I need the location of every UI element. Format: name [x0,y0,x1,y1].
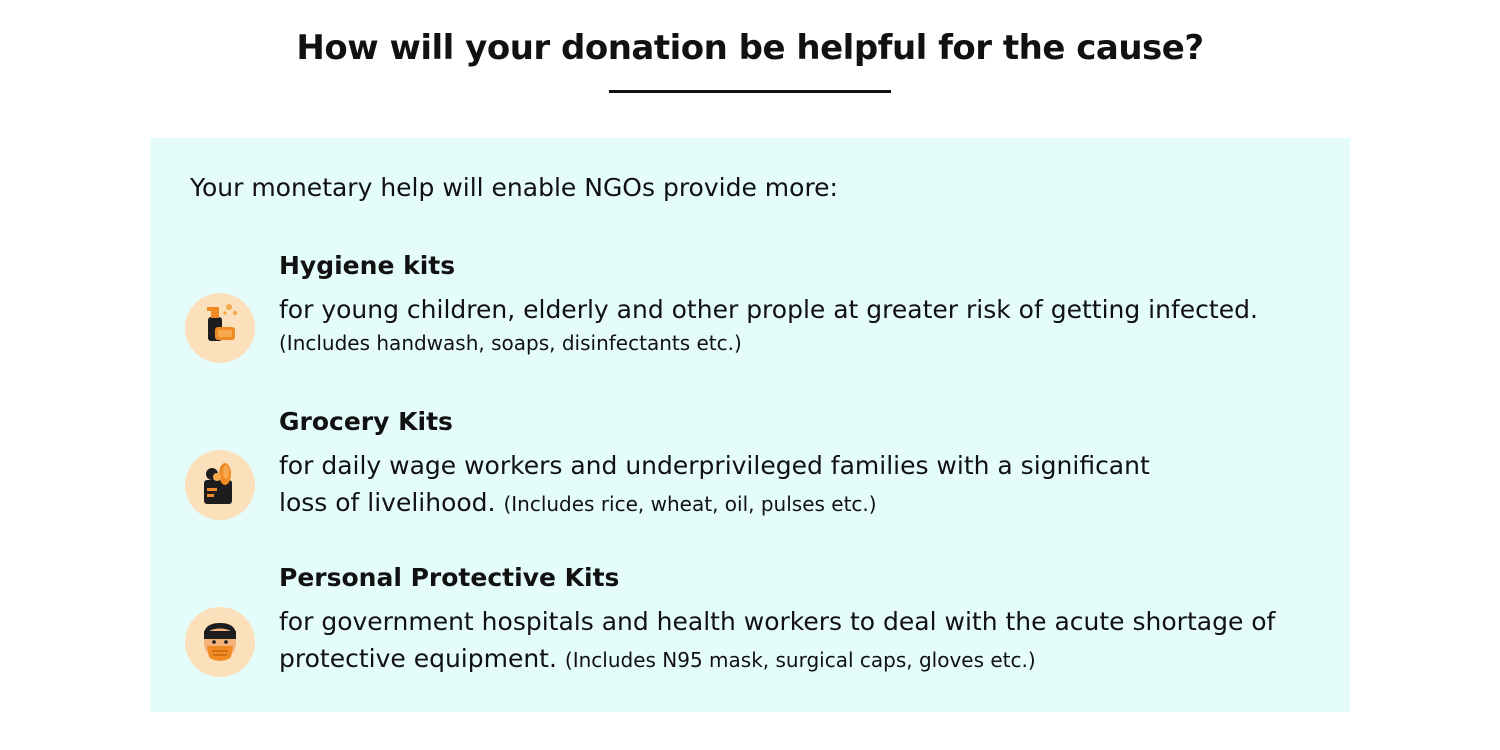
kit-details: (Includes N95 mask, surgical caps, glove… [564,648,1036,672]
kit-description-line: for government hospitals and health work… [279,607,1276,636]
kit-details: (Includes handwash, soaps, disinfectants… [279,331,742,355]
page-title: How will your donation be helpful for th… [296,28,1204,68]
title-underline [609,90,891,93]
kit-details: (Includes rice, wheat, oil, pulses etc.) [503,492,877,516]
info-panel: Your monetary help will enable NGOs prov… [150,138,1350,712]
kit-description-line: protective equipment. [279,644,557,673]
kit-description-line: loss of livelihood. [279,488,496,517]
grocery-kit-icon [185,450,255,520]
kit-description-line: for young children, elderly and other pr… [279,295,1258,324]
kit-description-line: for daily wage workers and underprivileg… [279,451,1150,480]
kit-title: Hygiene kits [279,251,456,280]
kit-description: for government hospitals and health work… [279,603,1329,679]
kit-title: Grocery Kits [279,407,453,436]
kit-title: Personal Protective Kits [279,563,620,592]
kit-description: for young children, elderly and other pr… [279,291,1329,358]
intro-text: Your monetary help will enable NGOs prov… [190,173,838,202]
hygiene-kit-icon [185,293,255,363]
kit-description: for daily wage workers and underprivileg… [279,447,1329,523]
protective-kit-icon [185,607,255,677]
